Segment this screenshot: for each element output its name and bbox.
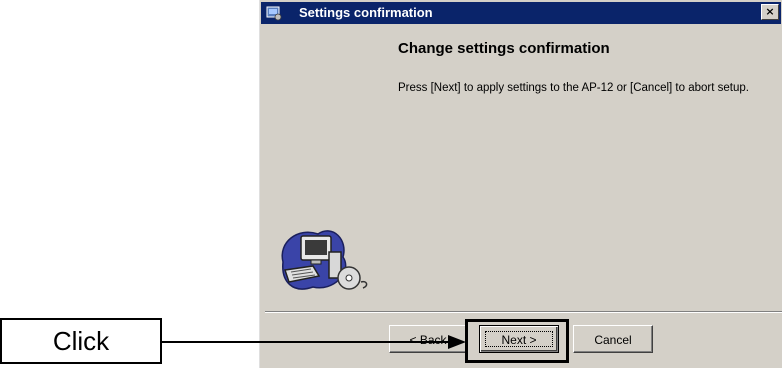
next-button-highlight: [465, 319, 569, 363]
settings-confirmation-dialog: Settings confirmation × Change settings …: [258, 0, 782, 368]
instruction-text: Press [Next] to apply settings to the AP…: [398, 82, 749, 94]
title-bar: Settings confirmation ×: [261, 2, 781, 24]
click-callout: Click: [0, 318, 162, 364]
computer-with-cd-icon: [281, 230, 368, 290]
screenshot-stage: Settings confirmation × Change settings …: [0, 0, 782, 368]
button-separator: [265, 311, 782, 313]
cancel-button[interactable]: Cancel: [573, 325, 653, 353]
close-button[interactable]: ×: [761, 4, 779, 20]
window-title: Settings confirmation: [299, 5, 433, 20]
callout-arrow: [160, 335, 466, 349]
setup-app-icon: [266, 6, 282, 21]
page-heading: Change settings confirmation: [398, 40, 610, 57]
cancel-button-label: Cancel: [594, 333, 632, 347]
